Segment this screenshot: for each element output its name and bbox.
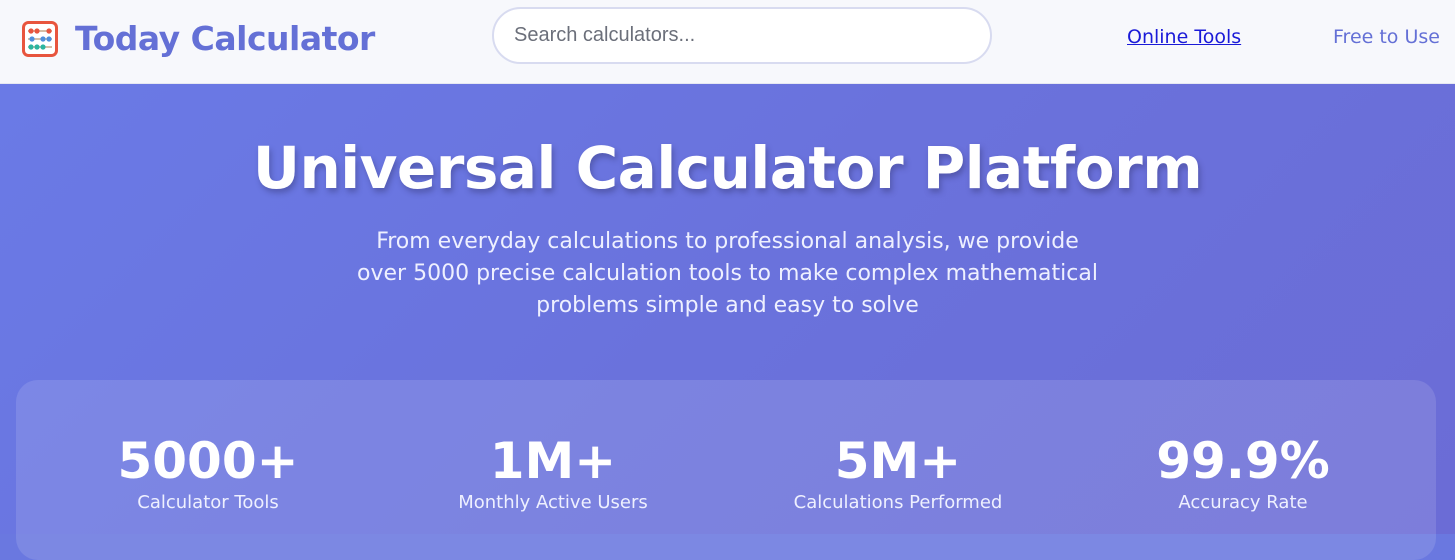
search-box[interactable] — [492, 7, 992, 64]
stat-value: 1M+ — [489, 432, 617, 490]
brand-logo[interactable]: Today Calculator — [22, 19, 375, 58]
stat-label: Accuracy Rate — [1178, 492, 1308, 513]
hero-section: Universal Calculator Platform From every… — [0, 84, 1455, 560]
hero-title: Universal Calculator Platform — [252, 134, 1203, 202]
nav-online-tools[interactable]: Online Tools — [1127, 26, 1241, 48]
abacus-icon — [22, 20, 58, 57]
stat-value: 99.9% — [1156, 432, 1330, 490]
stat-label: Calculator Tools — [137, 492, 279, 513]
stat-label: Calculations Performed — [793, 492, 1003, 513]
nav-free-to-use[interactable]: Free to Use — [1333, 26, 1440, 48]
stat-value: 5M+ — [834, 432, 962, 490]
stats-panel: 5000+ Calculator Tools 1M+ Monthly Activ… — [16, 380, 1436, 560]
hero-subtitle: From everyday calculations to profession… — [357, 229, 1098, 318]
site-header: Today Calculator Online Tools Free to Us… — [0, 0, 1455, 84]
stat-label: Monthly Active Users — [458, 492, 648, 513]
brand-name: Today Calculator — [75, 19, 375, 58]
search-input[interactable] — [494, 9, 990, 62]
stat-value: 5000+ — [117, 432, 299, 490]
